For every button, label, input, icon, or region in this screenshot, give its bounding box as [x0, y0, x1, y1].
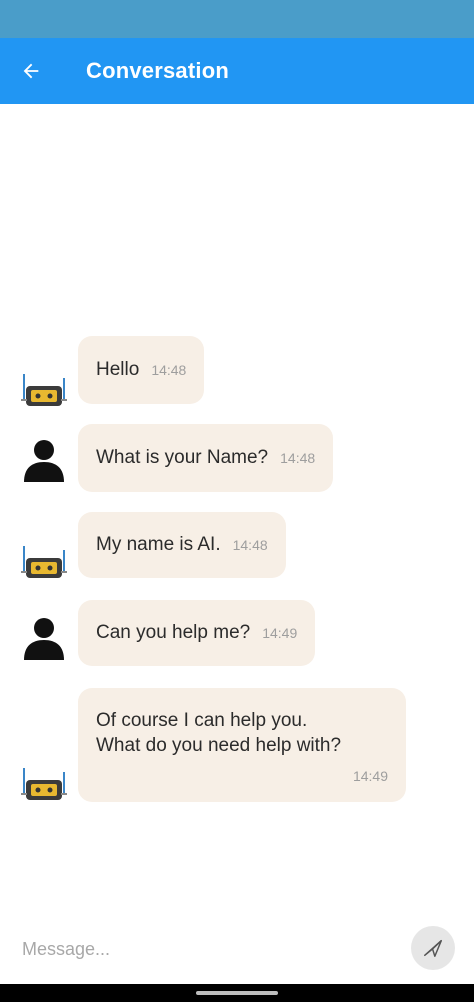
send-icon [424, 939, 442, 957]
page-title: Conversation [86, 58, 229, 83]
message-bubble[interactable]: Hello 14:48 [78, 336, 205, 404]
message-text: My name is AI. [96, 534, 221, 555]
message-bubble[interactable]: Can you help me? 14:49 [78, 600, 316, 666]
message-time: 14:48 [232, 537, 268, 553]
home-gesture-handle[interactable] [196, 991, 278, 995]
user-avatar-icon [24, 618, 64, 660]
message-text: What is your Name? [96, 447, 269, 468]
message-list[interactable]: Hello 14:48 What is your Name? 14:48 My … [0, 104, 474, 914]
message-input[interactable] [22, 932, 392, 966]
app-bar: Conversation [0, 38, 474, 104]
message-time: 14:48 [280, 450, 316, 466]
message-bubble[interactable]: My name is AI. 14:48 [78, 512, 286, 578]
message-bubble[interactable]: Of course I can help you. What do you ne… [78, 688, 406, 802]
user-avatar-icon [24, 440, 64, 482]
back-button[interactable] [0, 38, 62, 104]
message-text: Can you help me? [96, 622, 251, 643]
message-text-line1: Of course I can help you. [96, 709, 308, 731]
message-text-line2: What do you need help with? [96, 734, 342, 756]
message-time: 14:49 [352, 767, 388, 784]
message-text: Hello [96, 359, 140, 380]
message-composer [0, 918, 474, 980]
send-button[interactable] [411, 926, 455, 970]
robot-avatar-icon [21, 546, 67, 578]
robot-avatar-icon [21, 768, 67, 800]
arrow-left-icon [23, 63, 39, 79]
message-bubble[interactable]: What is your Name? 14:48 [78, 424, 334, 492]
robot-avatar-icon [21, 374, 67, 406]
status-bar [0, 0, 474, 38]
message-time: 14:49 [262, 625, 298, 641]
message-time: 14:48 [151, 362, 187, 378]
system-navigation-bar [0, 984, 474, 1002]
